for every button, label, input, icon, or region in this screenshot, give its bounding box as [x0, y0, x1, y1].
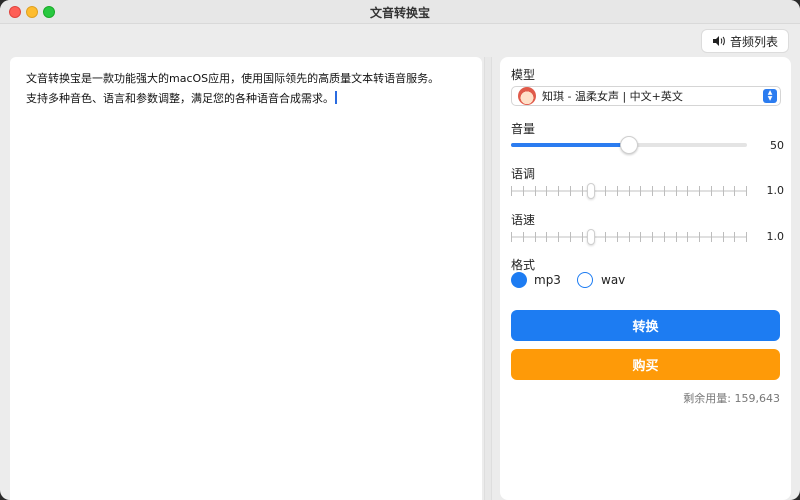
slider-tick	[722, 186, 724, 196]
model-label: 模型	[511, 68, 536, 82]
slider-tick	[534, 232, 536, 242]
slider-tick	[699, 232, 700, 242]
format-radio-mp3[interactable]	[511, 272, 527, 288]
audio-list-button[interactable]: 音频列表	[701, 29, 789, 53]
slider-tick	[663, 232, 665, 242]
slider-tick	[663, 186, 665, 196]
format-mp3-label: mp3	[534, 273, 561, 287]
pitch-value: 1.0	[766, 184, 785, 197]
pitch-slider-knob[interactable]	[587, 183, 595, 199]
slider-tick	[616, 232, 618, 242]
slider-tick	[710, 232, 712, 242]
pitch-slider[interactable]	[511, 183, 747, 199]
slider-tick	[534, 186, 536, 196]
window-title: 文音转换宝	[369, 6, 430, 20]
speed-slider[interactable]	[511, 229, 747, 245]
app-window: 文音转换宝 音频列表 文音转换宝是一款功能强大的macOS应用，使用国际领先的高…	[0, 0, 800, 500]
slider-tick	[605, 232, 606, 242]
slider-tick	[652, 232, 653, 242]
slider-tick	[558, 232, 559, 242]
volume-slider-fill	[511, 143, 629, 147]
slider-tick	[640, 232, 642, 242]
remaining-usage: 剩余用量: 159,643	[683, 392, 780, 405]
speed-value: 1.0	[766, 230, 785, 243]
slider-tick	[628, 232, 630, 242]
slider-tick	[687, 186, 689, 196]
pitch-slider-ticks	[511, 186, 747, 196]
text-editor[interactable]: 文音转换宝是一款功能强大的macOS应用，使用国际领先的高质量文本转语音服务。 …	[10, 57, 482, 500]
buy-button[interactable]: 购买	[511, 349, 780, 380]
slider-tick	[628, 186, 630, 196]
slider-tick	[522, 232, 524, 242]
slider-tick	[746, 186, 747, 196]
model-select[interactable]: 知琪 - 温柔女声 | 中文+英文 ▲ ▼	[511, 86, 781, 106]
slider-tick	[569, 232, 571, 242]
slider-tick	[546, 186, 548, 196]
volume-value: 50	[770, 139, 784, 152]
slider-tick	[581, 232, 583, 242]
slider-tick	[675, 186, 677, 196]
title-bar: 文音转换宝	[0, 0, 800, 24]
convert-button[interactable]: 转换	[511, 310, 780, 341]
slider-tick	[605, 186, 606, 196]
editor-text[interactable]: 文音转换宝是一款功能强大的macOS应用，使用国际领先的高质量文本转语音服务。 …	[26, 72, 439, 105]
model-value: 知琪 - 温柔女声 | 中文+英文	[542, 90, 683, 103]
volume-slider-knob[interactable]	[620, 136, 638, 154]
speed-label: 语速	[511, 213, 536, 227]
slider-tick	[699, 186, 700, 196]
slider-tick	[746, 232, 747, 242]
speed-slider-ticks	[511, 232, 747, 242]
slider-tick	[687, 232, 689, 242]
audio-list-label: 音频列表	[729, 34, 778, 49]
format-wav-label: wav	[601, 273, 626, 287]
slider-tick	[652, 186, 653, 196]
text-caret	[335, 91, 337, 104]
slider-tick	[722, 232, 724, 242]
speed-slider-knob[interactable]	[587, 229, 595, 245]
slider-tick	[734, 186, 736, 196]
slider-tick	[511, 232, 512, 242]
slider-tick	[581, 186, 583, 196]
format-radio-wav[interactable]	[577, 272, 593, 288]
slider-tick	[675, 232, 677, 242]
volume-slider[interactable]	[511, 136, 747, 154]
slider-tick	[511, 186, 512, 196]
speaker-icon	[712, 36, 725, 46]
avatar	[518, 87, 536, 105]
volume-label: 音量	[511, 122, 536, 136]
slider-tick	[569, 186, 571, 196]
format-label: 格式	[511, 258, 536, 272]
slider-tick	[640, 186, 642, 196]
slider-tick	[710, 186, 712, 196]
settings-panel: 模型 知琪 - 温柔女声 | 中文+英文 ▲ ▼ 音量 50 语调 1.0 语速 …	[500, 57, 791, 500]
pitch-label: 语调	[511, 167, 536, 181]
slider-tick	[546, 232, 548, 242]
chevron-updown-icon: ▲ ▼	[763, 89, 777, 103]
slider-tick	[558, 186, 559, 196]
slider-tick	[616, 186, 618, 196]
slider-tick	[522, 186, 524, 196]
split-divider[interactable]	[484, 57, 492, 500]
slider-tick	[734, 232, 736, 242]
